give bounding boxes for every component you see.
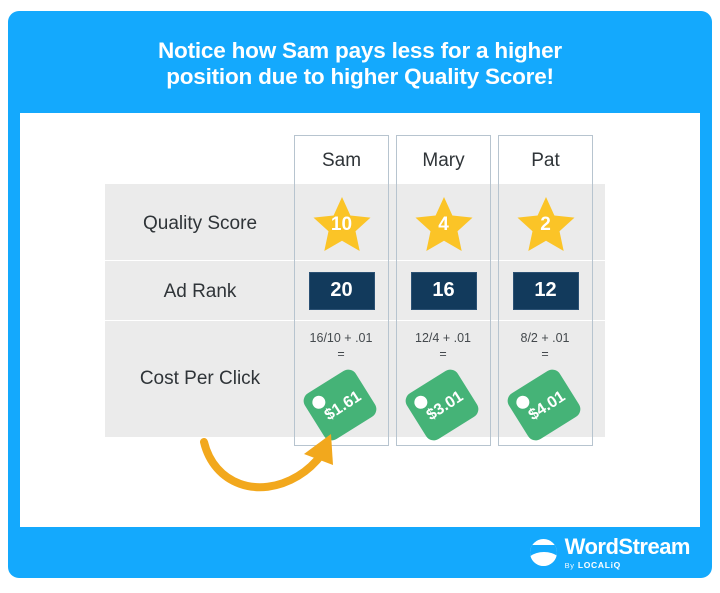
cpc-value-sam: $1.61 [322, 387, 365, 424]
price-tag-pat: $4.01 [498, 366, 592, 444]
price-tag-icon: $4.01 [504, 366, 584, 444]
price-tag-sam: $1.61 [294, 366, 388, 444]
ad-rank-cell-sam: 20 [294, 268, 389, 313]
ad-rank-badge: 12 [512, 271, 579, 310]
logo-name: WordStream [564, 533, 691, 559]
cpc-formula-equals-mary: = [439, 346, 447, 361]
star-icon: 4 [415, 196, 473, 251]
ad-rank-cell-pat: 12 [498, 268, 593, 313]
quality-score-value-sam: 10 [330, 213, 353, 235]
cpc-formula-pat: 8/2 + .01 = [498, 331, 592, 362]
star-icon: 10 [313, 196, 371, 251]
cpc-formula-sam: 16/10 + .01 = [294, 331, 388, 362]
column-name-mary: Mary [422, 150, 465, 171]
cpc-formula-expression-pat: 8/2 + .01 [520, 331, 570, 345]
row-label-ad-rank: Ad Rank [163, 281, 237, 302]
quality-score-value-pat: 2 [540, 213, 551, 235]
price-tag-mary: $3.01 [396, 366, 490, 444]
header-banner: Notice how Sam pays less for a higher po… [8, 11, 712, 113]
wordstream-logo: WordStream By LOCALiQ [529, 533, 691, 570]
curved-arrow-icon [196, 432, 376, 522]
cpc-formula-mary: 12/4 + .01 = [396, 331, 490, 362]
cpc-formula-equals-pat: = [541, 346, 549, 361]
logo-text-group: WordStream By LOCALiQ [564, 533, 691, 570]
cpc-formula-equals-sam: = [337, 346, 345, 361]
row-label-cost-per-click: Cost Per Click [139, 368, 261, 389]
logo-subtitle: By LOCALiQ [565, 561, 690, 570]
column-name-sam: Sam [321, 150, 362, 171]
page-title: Notice how Sam pays less for a higher po… [80, 38, 640, 90]
column-name-pat: Pat [531, 150, 560, 171]
quality-score-cell-mary: 4 [396, 194, 491, 252]
ad-rank-value-pat: 12 [534, 279, 557, 301]
cpc-formula-expression-mary: 12/4 + .01 [415, 331, 471, 345]
quality-score-cell-pat: 2 [498, 194, 593, 252]
wordstream-wave-icon [529, 539, 557, 566]
quality-score-cell-sam: 10 [294, 194, 389, 252]
row-label-quality-score: Quality Score [142, 213, 258, 234]
ad-rank-value-mary: 16 [432, 279, 455, 301]
ad-rank-badge: 16 [410, 271, 477, 310]
star-icon: 2 [517, 196, 575, 251]
title-line-2: position due to higher Quality Score! [166, 64, 554, 89]
footer-bar: WordStream By LOCALiQ [8, 527, 712, 578]
title-line-1: Notice how Sam pays less for a higher [158, 37, 562, 63]
infographic-canvas: Notice how Sam pays less for a higher po… [0, 0, 720, 593]
cpc-formula-expression-sam: 16/10 + .01 [309, 331, 373, 345]
price-tag-icon: $3.01 [402, 366, 482, 444]
ad-rank-value-sam: 20 [330, 279, 353, 301]
ad-rank-cell-mary: 16 [396, 268, 491, 313]
cpc-value-mary: $3.01 [424, 387, 467, 424]
logo-parent-brand: LOCALiQ [577, 559, 621, 570]
logo-by-word: By [564, 560, 575, 570]
ad-rank-badge: 20 [308, 271, 375, 310]
quality-score-value-mary: 4 [438, 213, 449, 235]
cpc-value-pat: $4.01 [526, 387, 569, 424]
